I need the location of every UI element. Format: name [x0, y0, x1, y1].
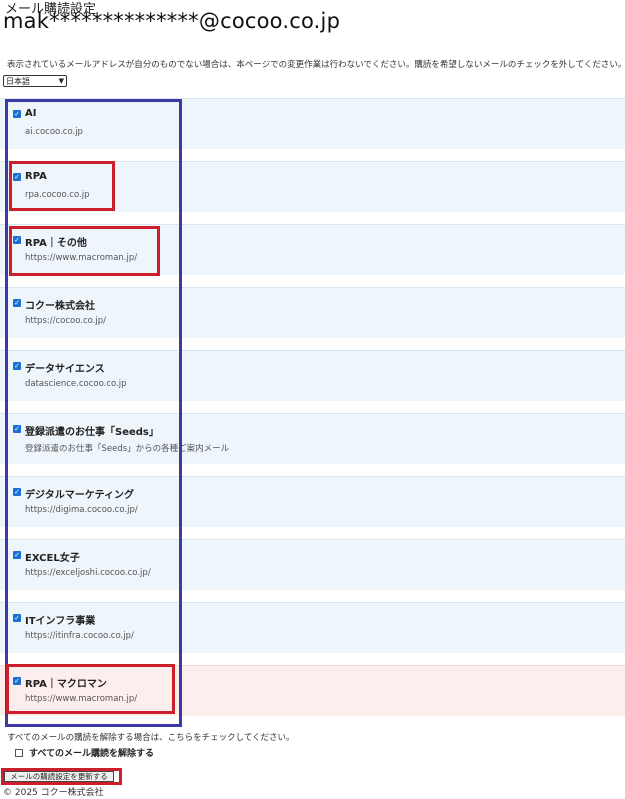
checkbox-checked-icon[interactable]: ✓: [13, 362, 21, 370]
checkbox-checked-icon[interactable]: ✓: [13, 425, 21, 433]
subscription-name: 登録派遣のお仕事「Seeds」: [25, 427, 159, 438]
unsubscribe-all-label[interactable]: すべてのメール購読を解除する: [29, 746, 154, 759]
subscription-url: https://www.macroman.jp/: [25, 253, 138, 263]
checkbox-checked-icon[interactable]: ✓: [13, 299, 21, 307]
language-select[interactable]: 日本語 ▼: [3, 75, 67, 87]
checkbox-checked-icon[interactable]: ✓: [13, 551, 21, 559]
subscription-url: https://digima.cocoo.co.jp/: [25, 505, 138, 515]
subscription-name: AI: [25, 108, 37, 119]
subscription-row: ✓ 登録派遣のお仕事「Seeds」 登録派遣のお仕事「Seeds」からの各種ご案…: [0, 413, 625, 464]
subscription-name: コクー株式会社: [25, 301, 95, 312]
unsubscribe-note: すべてのメールの購読を解除する場合は、こちらをチェックしてください。: [7, 733, 295, 743]
subscription-name: デジタルマーケティング: [25, 490, 134, 501]
language-select-value: 日本語: [6, 76, 30, 86]
checkbox-checked-icon[interactable]: ✓: [13, 110, 21, 118]
chevron-down-icon: ▼: [58, 77, 64, 85]
subscription-url: rpa.cocoo.co.jp: [25, 190, 90, 200]
subscription-name: ITインフラ事業: [25, 616, 96, 627]
subscription-url: 登録派遣のお仕事「Seeds」からの各種ご案内メール: [25, 444, 230, 454]
checkbox-checked-icon[interactable]: ✓: [13, 488, 21, 496]
checkbox-checked-icon[interactable]: ✓: [13, 677, 21, 685]
subscription-row: ✓ AI ai.cocoo.co.jp: [0, 98, 625, 149]
subscription-url: https://www.macroman.jp/: [25, 694, 138, 704]
footer-copyright: © 2025 コクー株式会社: [3, 788, 104, 798]
subscription-url: https://itinfra.cocoo.co.jp/: [25, 631, 134, 641]
checkbox-checked-icon[interactable]: ✓: [13, 173, 21, 181]
subscription-url: https://exceljoshi.cocoo.co.jp/: [25, 568, 151, 578]
subscription-name: データサイエンス: [25, 364, 105, 375]
email-address: mak**************@cocoo.co.jp: [3, 9, 341, 33]
subscription-name: RPA: [25, 171, 47, 182]
notice-text: 表示されているメールアドレスが自分のものでない場合は、本ページでの変更作業は行わ…: [7, 60, 625, 70]
subscription-row: ✓ デジタルマーケティング https://digima.cocoo.co.jp…: [0, 476, 625, 527]
subscription-row: ✓ RPA｜マクロマン https://www.macroman.jp/: [0, 665, 625, 716]
subscription-name: RPA｜マクロマン: [25, 679, 107, 690]
checkbox-checked-icon[interactable]: ✓: [13, 614, 21, 622]
update-subscription-button[interactable]: メールの購読設定を更新する: [4, 771, 114, 782]
subscription-name: RPA｜その他: [25, 238, 87, 249]
subscription-row: ✓ ITインフラ事業 https://itinfra.cocoo.co.jp/: [0, 602, 625, 653]
subscription-name: EXCEL女子: [25, 553, 80, 564]
subscription-url: https://cocoo.co.jp/: [25, 316, 107, 326]
subscription-row: ✓ RPA｜その他 https://www.macroman.jp/: [0, 224, 625, 275]
subscription-row: ✓ コクー株式会社 https://cocoo.co.jp/: [0, 287, 625, 338]
subscription-url: datascience.cocoo.co.jp: [25, 379, 127, 389]
subscription-url: ai.cocoo.co.jp: [25, 127, 83, 137]
unsubscribe-all-checkbox[interactable]: [15, 749, 23, 757]
subscription-row: ✓ データサイエンス datascience.cocoo.co.jp: [0, 350, 625, 401]
checkbox-checked-icon[interactable]: ✓: [13, 236, 21, 244]
subscription-row: ✓ RPA rpa.cocoo.co.jp: [0, 161, 625, 212]
subscription-row: ✓ EXCEL女子 https://exceljoshi.cocoo.co.jp…: [0, 539, 625, 590]
